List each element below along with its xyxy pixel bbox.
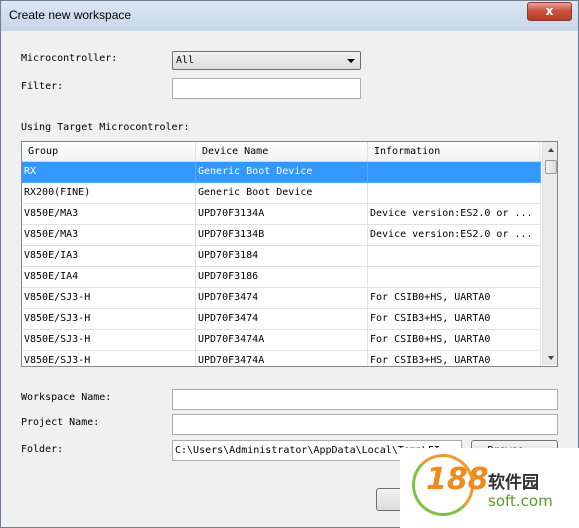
cell-information: [368, 162, 541, 183]
workspace-name-input[interactable]: [172, 389, 558, 410]
watermark-brand: 软件园: [488, 473, 539, 493]
window-title: Create new workspace: [9, 8, 132, 22]
cell-group: V850E/IA3: [22, 246, 196, 267]
table-row[interactable]: V850E/SJ3-H UPD70F3474A For CSIB0+HS, UART…: [22, 330, 541, 351]
cell-information: Device version:ES2.0 or ...: [368, 204, 541, 225]
watermark-number: 188: [426, 462, 489, 497]
table-header: Group Device Name Information: [22, 142, 550, 162]
cell-group: V850E/SJ3-H: [22, 330, 196, 351]
project-name-input[interactable]: [172, 414, 558, 435]
project-name-label: Project Name:: [21, 417, 100, 428]
watermark-logo: 188 软件园 soft.com: [400, 448, 579, 528]
cell-group: RX: [22, 162, 196, 183]
device-table[interactable]: Group Device Name Information RX Generic …: [21, 141, 558, 367]
table-row[interactable]: V850E/SJ3-H UPD70F3474 For CSIB0+HS, UARTA…: [22, 288, 541, 309]
workspace-name-label: Workspace Name:: [21, 392, 112, 403]
chevron-down-icon: [347, 59, 355, 63]
cell-device-name: UPD70F3134B: [196, 225, 368, 246]
cell-group: V850E/SJ3-H: [22, 351, 196, 366]
table-row[interactable]: V850E/IA4 UPD70F3186: [22, 267, 541, 288]
cell-group: V850E/SJ3-H: [22, 288, 196, 309]
microcontroller-label: Microcontroller:: [21, 53, 118, 64]
cell-group: V850E/SJ3-H: [22, 309, 196, 330]
filter-input[interactable]: [172, 78, 361, 99]
scroll-down-icon[interactable]: [543, 349, 557, 366]
cell-device-name: UPD70F3134A: [196, 204, 368, 225]
column-header-group[interactable]: Group: [22, 142, 196, 161]
close-button[interactable]: x: [527, 2, 572, 21]
cell-information: [368, 267, 541, 288]
microcontroller-selected-value: All: [176, 55, 195, 66]
cell-information: For CSIB0+HS, UARTA0: [368, 288, 541, 309]
table-row[interactable]: V850E/MA3 UPD70F3134A Device version:ES2.0…: [22, 204, 541, 225]
folder-label: Folder:: [21, 444, 64, 455]
table-row[interactable]: V850E/SJ3-H UPD70F3474 For CSIB3+HS, UARTA…: [22, 309, 541, 330]
microcontroller-select[interactable]: All: [172, 51, 361, 70]
cell-device-name: UPD70F3474A: [196, 330, 368, 351]
close-icon: x: [545, 4, 554, 18]
table-row[interactable]: V850E/SJ3-H UPD70F3474A For CSIB3+HS, UART…: [22, 351, 541, 366]
cell-group: RX200(FINE): [22, 183, 196, 204]
table-row[interactable]: V850E/IA3 UPD70F3184: [22, 246, 541, 267]
cell-information: [368, 183, 541, 204]
cell-information: For CSIB3+HS, UARTA0: [368, 309, 541, 330]
column-header-device-name[interactable]: Device Name: [196, 142, 368, 161]
table-row[interactable]: V850E/MA3 UPD70F3134B Device version:ES2.0…: [22, 225, 541, 246]
cell-device-name: UPD70F3474A: [196, 351, 368, 366]
cell-device-name: UPD70F3474: [196, 288, 368, 309]
table-row[interactable]: RX200(FINE) Generic Boot Device: [22, 183, 541, 204]
cell-device-name: UPD70F3184: [196, 246, 368, 267]
scroll-up-icon[interactable]: [543, 142, 557, 159]
cell-device-name: UPD70F3474: [196, 309, 368, 330]
cell-device-name: Generic Boot Device: [196, 183, 368, 204]
watermark-url: soft.com: [488, 492, 553, 510]
cell-device-name: UPD70F3186: [196, 267, 368, 288]
filter-label: Filter:: [21, 81, 64, 92]
table-row[interactable]: RX Generic Boot Device: [22, 162, 541, 183]
column-header-information[interactable]: Information: [368, 142, 540, 161]
cell-information: For CSIB0+HS, UARTA0: [368, 330, 541, 351]
cell-information: Device version:ES2.0 or ...: [368, 225, 541, 246]
cell-device-name: Generic Boot Device: [196, 162, 368, 183]
cell-group: V850E/MA3: [22, 204, 196, 225]
scroll-thumb[interactable]: [545, 160, 557, 174]
cell-information: [368, 246, 541, 267]
cell-group: V850E/IA4: [22, 267, 196, 288]
target-list-label: Using Target Microcontroler:: [21, 122, 190, 133]
cell-group: V850E/MA3: [22, 225, 196, 246]
title-bar[interactable]: Create new workspace x: [1, 1, 578, 31]
vertical-scrollbar[interactable]: [542, 142, 557, 366]
cell-information: For CSIB3+HS, UARTA0: [368, 351, 541, 366]
